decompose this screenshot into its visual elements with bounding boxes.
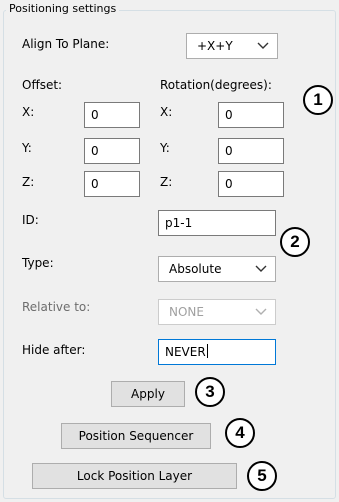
offset-label: Offset: (22, 78, 63, 92)
offset-y-label: Y: (22, 141, 32, 155)
type-select[interactable]: Absolute (158, 256, 276, 282)
relative-to-value: NONE (169, 305, 204, 319)
hide-after-label: Hide after: (22, 343, 86, 357)
offset-y-input[interactable]: 0 (84, 138, 140, 164)
rotation-label: Rotation(degrees): (160, 78, 272, 92)
lock-position-layer-button[interactable]: Lock Position Layer (32, 463, 237, 489)
type-label: Type: (22, 256, 54, 270)
callout-badge-3: 3 (195, 377, 225, 407)
relative-to-label: Relative to: (22, 300, 91, 314)
rotation-x-input[interactable]: 0 (218, 102, 284, 128)
rotation-x-label: X: (160, 105, 173, 119)
align-to-plane-value: +X+Y (197, 39, 233, 53)
offset-z-input[interactable]: 0 (84, 171, 140, 197)
rotation-y-label: Y: (160, 141, 170, 155)
chevron-down-icon (255, 308, 267, 315)
offset-z-label: Z: (22, 175, 35, 189)
text-caret (206, 344, 208, 358)
apply-button[interactable]: Apply (111, 381, 185, 407)
callout-badge-4: 4 (225, 418, 255, 448)
relative-to-select[interactable]: NONE (158, 299, 276, 325)
rotation-y-input[interactable]: 0 (218, 138, 284, 164)
callout-badge-1: 1 (303, 85, 333, 115)
chevron-down-icon (255, 265, 267, 272)
align-to-plane-select[interactable]: +X+Y (186, 33, 278, 59)
position-sequencer-button[interactable]: Position Sequencer (61, 423, 211, 449)
id-input[interactable]: p1-1 (158, 210, 276, 236)
group-title: Positioning settings (6, 2, 120, 16)
chevron-down-icon (257, 42, 269, 49)
rotation-z-label: Z: (160, 175, 173, 189)
callout-badge-2: 2 (280, 227, 310, 257)
hide-after-input[interactable]: NEVER (158, 339, 276, 365)
hide-after-value: NEVER (165, 345, 206, 359)
rotation-z-input[interactable]: 0 (218, 171, 284, 197)
offset-x-input[interactable]: 0 (84, 102, 140, 128)
offset-x-label: X: (22, 105, 35, 119)
id-label: ID: (22, 213, 39, 227)
align-to-plane-label: Align To Plane: (22, 37, 110, 51)
type-value: Absolute (169, 262, 222, 276)
callout-badge-5: 5 (247, 461, 277, 491)
